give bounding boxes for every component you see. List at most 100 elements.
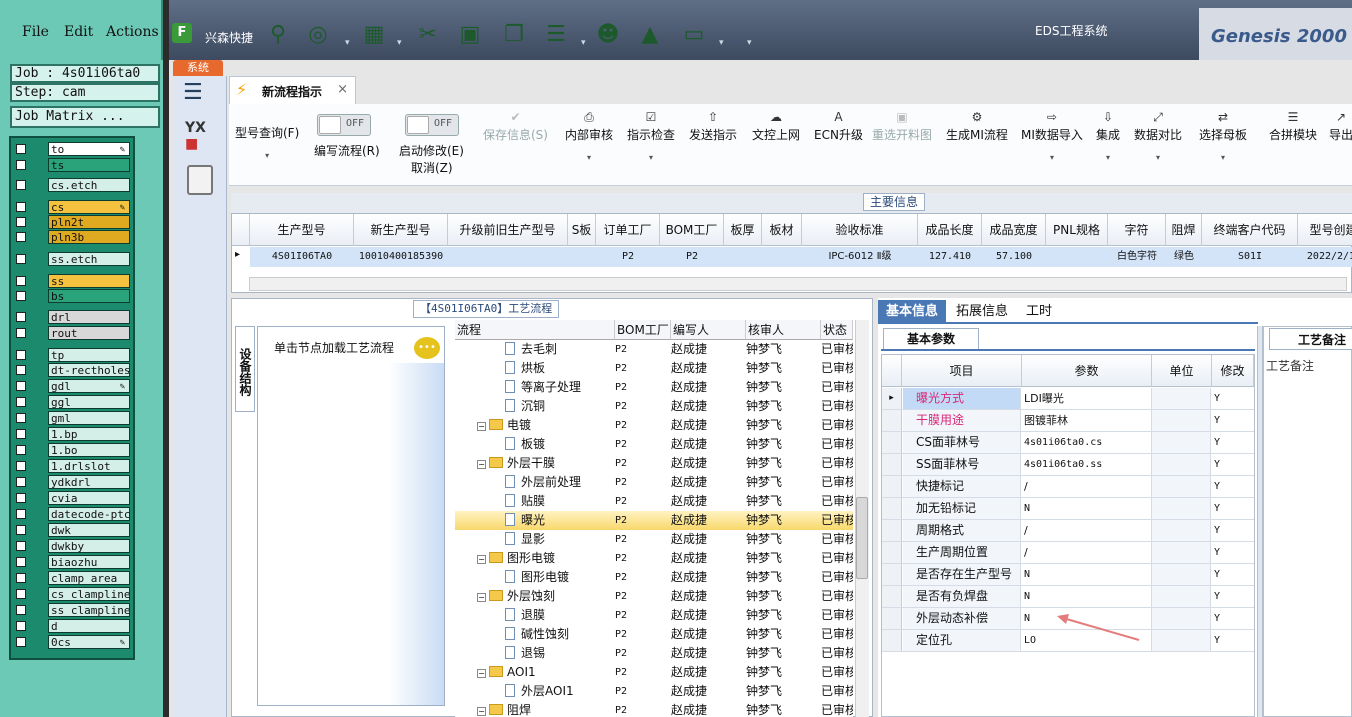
param-row[interactable]: 干膜用途 图镀菲林 Y	[882, 410, 1254, 432]
grid-cell[interactable]: P2	[660, 247, 724, 267]
param-unit[interactable]	[1152, 542, 1211, 563]
param-unit[interactable]	[1152, 520, 1211, 541]
tree-row[interactable]: 碱性蚀刻 P2 赵成捷 钟梦飞 已审核	[455, 625, 853, 644]
tree-node[interactable]: − 外层干膜	[477, 454, 555, 473]
tab-basic-params[interactable]: 基本参数	[883, 328, 979, 350]
layer-checkbox[interactable]	[16, 429, 26, 439]
layer-row[interactable]: cs_clampline	[13, 587, 133, 601]
menu-edit[interactable]: Edit	[64, 24, 93, 40]
param-unit[interactable]	[1152, 432, 1211, 453]
layer-row[interactable]: ggl	[13, 395, 133, 409]
tree-row[interactable]: 外层前处理 P2 赵成捷 钟梦飞 已审核	[455, 473, 853, 492]
monitor-icon[interactable]: ▭	[681, 22, 707, 48]
param-unit[interactable]	[1152, 476, 1211, 497]
column-header[interactable]: 终端客户代码	[1202, 214, 1298, 246]
chevron-down-icon[interactable]: ▾	[719, 38, 727, 48]
grid-cell[interactable]: P2	[596, 247, 660, 267]
tree-node[interactable]: − 图形电镀	[477, 549, 555, 568]
layer-checkbox[interactable]	[16, 477, 26, 487]
collapse-toggle-icon[interactable]: −	[477, 460, 486, 469]
param-value[interactable]: 4s01i06ta0.cs	[1022, 432, 1152, 453]
tree-row[interactable]: − 阻焊 P2 赵成捷 钟梦飞 已审核	[455, 701, 853, 717]
param-unit[interactable]	[1152, 388, 1211, 409]
collapse-toggle-icon[interactable]: −	[477, 422, 486, 431]
tree-node[interactable]: 贴膜	[505, 492, 545, 511]
layer-row[interactable]: to ✎	[13, 142, 133, 156]
param-value[interactable]: LDI曝光	[1022, 388, 1152, 409]
layer-checkbox[interactable]	[16, 621, 26, 631]
column-header[interactable]: 字符	[1108, 214, 1166, 246]
globe-icon[interactable]: ◎	[305, 22, 331, 48]
param-value[interactable]: N	[1022, 586, 1152, 607]
layer-row[interactable]: ss_clampline	[13, 603, 133, 617]
chart-icon[interactable]: ▲	[637, 22, 663, 48]
layer-row[interactable]: ydkdrl	[13, 475, 133, 489]
system-tab[interactable]: 系统	[173, 60, 223, 76]
column-header[interactable]: 生产型号	[250, 214, 354, 246]
tree-row[interactable]: 退锡 P2 赵成捷 钟梦飞 已审核	[455, 644, 853, 663]
tree-node[interactable]: 外层AOI1	[505, 682, 574, 701]
send-instruction-button[interactable]: ⇧ 发送指示	[689, 110, 737, 143]
internal-review-button[interactable]: ⎙ 内部审核 ▾	[565, 110, 613, 162]
param-value[interactable]: 4s01i06ta0.ss	[1022, 454, 1152, 475]
layer-row[interactable]: rout	[13, 326, 133, 340]
chevron-down-icon[interactable]: ▾	[581, 38, 589, 48]
column-header[interactable]: 订单工厂	[596, 214, 660, 246]
layer-row[interactable]: pln3b	[13, 230, 133, 244]
layer-row[interactable]: 1.drlslot	[13, 459, 133, 473]
calculator-icon[interactable]	[187, 165, 213, 195]
tree-node[interactable]: 退锡	[505, 644, 545, 663]
edit-flow-toggle[interactable]: OFF	[317, 114, 371, 136]
scissors-icon[interactable]: ✂	[415, 22, 441, 48]
ecn-upgrade-button[interactable]: A ECN升级	[814, 110, 863, 143]
layer-row[interactable]: datecode-ptc	[13, 507, 133, 521]
collapse-toggle-icon[interactable]: −	[477, 669, 486, 678]
user-icon[interactable]: ☻	[595, 22, 621, 48]
column-header[interactable]: PNL规格	[1046, 214, 1108, 246]
column-header[interactable]: 阻焊	[1166, 214, 1202, 246]
tree-row[interactable]: 去毛刺 P2 赵成捷 钟梦飞 已审核	[455, 340, 853, 359]
layer-row[interactable]: cs ✎	[13, 200, 133, 214]
tree-node[interactable]: 烘板	[505, 359, 545, 378]
tree-node[interactable]: 外层前处理	[505, 473, 581, 492]
column-header[interactable]: 单位	[1152, 355, 1212, 387]
chevron-down-icon[interactable]: ▾	[747, 38, 755, 48]
menu-file[interactable]: File	[22, 24, 49, 40]
grid-cell[interactable]	[568, 247, 596, 267]
chevron-down-icon[interactable]: ▾	[397, 38, 405, 48]
layer-row[interactable]: pln2t	[13, 215, 133, 229]
layer-row[interactable]: clamp_area	[13, 571, 133, 585]
param-modify[interactable]: Y	[1212, 388, 1254, 409]
param-value[interactable]: /	[1022, 476, 1152, 497]
select-template-button[interactable]: ⇄ 选择母板 ▾	[1199, 110, 1247, 162]
layer-row[interactable]: gml	[13, 411, 133, 425]
layer-checkbox[interactable]	[16, 232, 26, 242]
layer-checkbox[interactable]	[16, 144, 26, 154]
tree-node[interactable]: 显影	[505, 530, 545, 549]
layer-row[interactable]: tp	[13, 348, 133, 362]
layer-checkbox[interactable]	[16, 541, 26, 551]
column-header[interactable]: 验收标准	[802, 214, 918, 246]
film-icon[interactable]: ▣	[457, 22, 483, 48]
layer-checkbox[interactable]	[16, 328, 26, 338]
doc-upload-button[interactable]: ☁ 文控上网	[752, 110, 800, 143]
param-modify[interactable]: Y	[1212, 520, 1254, 541]
param-modify[interactable]: Y	[1212, 564, 1254, 585]
tree-row[interactable]: 沉铜 P2 赵成捷 钟梦飞 已审核	[455, 397, 853, 416]
column-header[interactable]: 编写人	[671, 320, 746, 340]
layer-checkbox[interactable]	[16, 350, 26, 360]
column-header[interactable]: 核审人	[746, 320, 821, 340]
tree-row[interactable]: − 电镀 P2 赵成捷 钟梦飞 已审核	[455, 416, 853, 435]
tree-row[interactable]: 烘板 P2 赵成捷 钟梦飞 已审核	[455, 359, 853, 378]
param-unit[interactable]	[1152, 498, 1211, 519]
layer-checkbox[interactable]	[16, 254, 26, 264]
layer-row[interactable]: ss.etch	[13, 252, 133, 266]
layer-row[interactable]: dwk	[13, 523, 133, 537]
layer-checkbox[interactable]	[16, 589, 26, 599]
grid-cell[interactable]: IPC-6012 Ⅱ级	[802, 247, 918, 267]
merge-module-button[interactable]: ☰ 合拼模块	[1269, 110, 1317, 143]
column-header[interactable]: 成品长度	[918, 214, 982, 246]
layer-checkbox[interactable]	[16, 312, 26, 322]
column-header[interactable]: BOM工厂	[660, 214, 724, 246]
layer-checkbox[interactable]	[16, 445, 26, 455]
